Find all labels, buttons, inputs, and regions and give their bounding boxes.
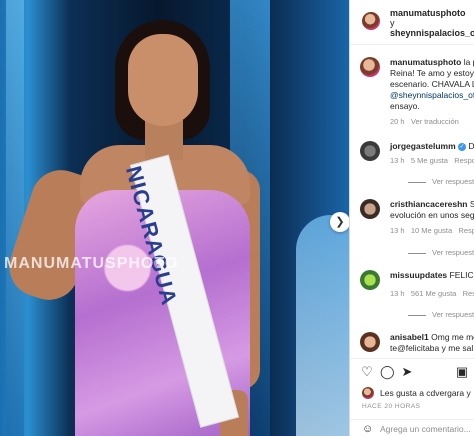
comment-username[interactable]: missuupdates	[390, 270, 447, 280]
author-joiner: y	[390, 18, 395, 28]
add-comment-input[interactable]: Agrega un comentario...	[380, 424, 471, 434]
comment-likes[interactable]: 561 Me gusta	[411, 289, 456, 298]
coauthor-username[interactable]: sheynnispalacios_of	[390, 28, 474, 38]
caption-meta: 20 h Ver traducción	[390, 117, 459, 126]
comment-body: FELICIDA	[449, 270, 474, 280]
stage-light	[6, 0, 24, 436]
post-header: manumatusphoto y sheynnispalacios_of	[350, 0, 474, 45]
comment-username[interactable]: anisabel1	[390, 332, 429, 342]
comment-age: 13 h	[390, 156, 405, 165]
comment-body: De	[468, 141, 474, 151]
comment-meta: 13 h 5 Me gusta Responder	[390, 156, 474, 165]
comment-body: te@felicitaba y me salí	[390, 343, 474, 353]
verified-badge-icon: ✓	[458, 142, 467, 151]
caption-author[interactable]: manumatusphoto	[390, 57, 461, 67]
commenter-avatar[interactable]	[360, 141, 380, 161]
comment-meta: 13 h 10 Me gusta Responde	[390, 226, 474, 235]
caption-line: ensayo.	[390, 101, 420, 111]
comment-text: jorgegastelumm ✓ De	[390, 141, 474, 152]
background-figure	[296, 215, 349, 436]
caption-avatar[interactable]	[360, 57, 380, 77]
comment-meta: 13 h 561 Me gusta Resp	[390, 289, 474, 298]
comment-likes[interactable]: 5 Me gusta	[411, 156, 448, 165]
caption-line: Reina! Te amo y estoy m	[390, 68, 474, 78]
bookmark-icon[interactable]: ▣	[455, 365, 469, 379]
comment-likes[interactable]: 10 Me gusta	[411, 226, 452, 235]
view-replies-button[interactable]: Ver respuestas (1)	[408, 177, 474, 186]
liker-avatar[interactable]	[362, 387, 374, 399]
comments-panel: manumatusphoto y sheynnispalacios_of man…	[349, 0, 474, 436]
comment-age: 13 h	[390, 289, 405, 298]
reply-button[interactable]: Responde	[458, 226, 474, 235]
share-icon[interactable]: ➤	[400, 365, 414, 379]
caption-text: manumatusphoto la p Reina! Te amo y esto…	[390, 57, 474, 112]
view-replies-button[interactable]: Ver respuestas (1)	[408, 310, 474, 319]
post-timestamp: HACE 20 HORAS	[362, 403, 421, 410]
reply-button[interactable]: Responder	[454, 156, 474, 165]
caption-line: escenario. CHAVALA LI	[390, 79, 474, 89]
comment-username[interactable]: cristhiancacereshn	[390, 199, 467, 209]
caption-age: 20 h	[390, 117, 405, 126]
reply-button[interactable]: Resp	[463, 289, 474, 298]
comment-body: Se	[470, 199, 474, 209]
face	[128, 34, 198, 126]
add-comment-bar: ☺ Agrega un comentario...	[350, 419, 474, 436]
author-username[interactable]: manumatusphoto	[390, 8, 466, 18]
post-actions: ♡ ◯ ➤ ▣ Les gusta a cdvergara y HACE 20 …	[350, 358, 474, 436]
comment-age: 13 h	[390, 226, 405, 235]
caption-mention-link[interactable]: @sheynnispalacios_of	[390, 90, 474, 100]
comment-text: anisabel1 Omg me me te@felicitaba y me s…	[390, 332, 474, 354]
commenter-avatar[interactable]	[360, 270, 380, 290]
author-avatar[interactable]	[362, 12, 380, 30]
comment-body: Omg me me	[431, 332, 474, 342]
caption-line: la p	[463, 57, 474, 67]
commenter-avatar[interactable]	[360, 332, 380, 352]
comment-username[interactable]: jorgegastelumm	[390, 141, 456, 151]
commenter-avatar[interactable]	[360, 199, 380, 219]
post-photo[interactable]: NICARAGUA MANUMATUSPHOTO ❯	[0, 0, 349, 436]
chevron-right-icon[interactable]: ❯	[330, 212, 349, 232]
translate-link[interactable]: Ver traducción	[411, 117, 459, 126]
heart-icon[interactable]: ♡	[360, 365, 374, 379]
emoji-icon[interactable]: ☺	[362, 423, 373, 435]
photo-watermark: MANUMATUSPHOTO	[4, 255, 179, 272]
view-replies-button[interactable]: Ver respuestas (25)	[408, 248, 474, 257]
likes-summary[interactable]: Les gusta a cdvergara y	[380, 388, 471, 398]
comment-body: evolución en unos segu	[390, 210, 474, 220]
neck	[145, 120, 183, 160]
contestant-figure	[1, 20, 260, 436]
comment-text: missuupdates FELICIDA	[390, 270, 474, 281]
comment-text: cristhiancacereshn Se evolución en unos …	[390, 199, 474, 221]
comment-icon[interactable]: ◯	[380, 365, 395, 379]
